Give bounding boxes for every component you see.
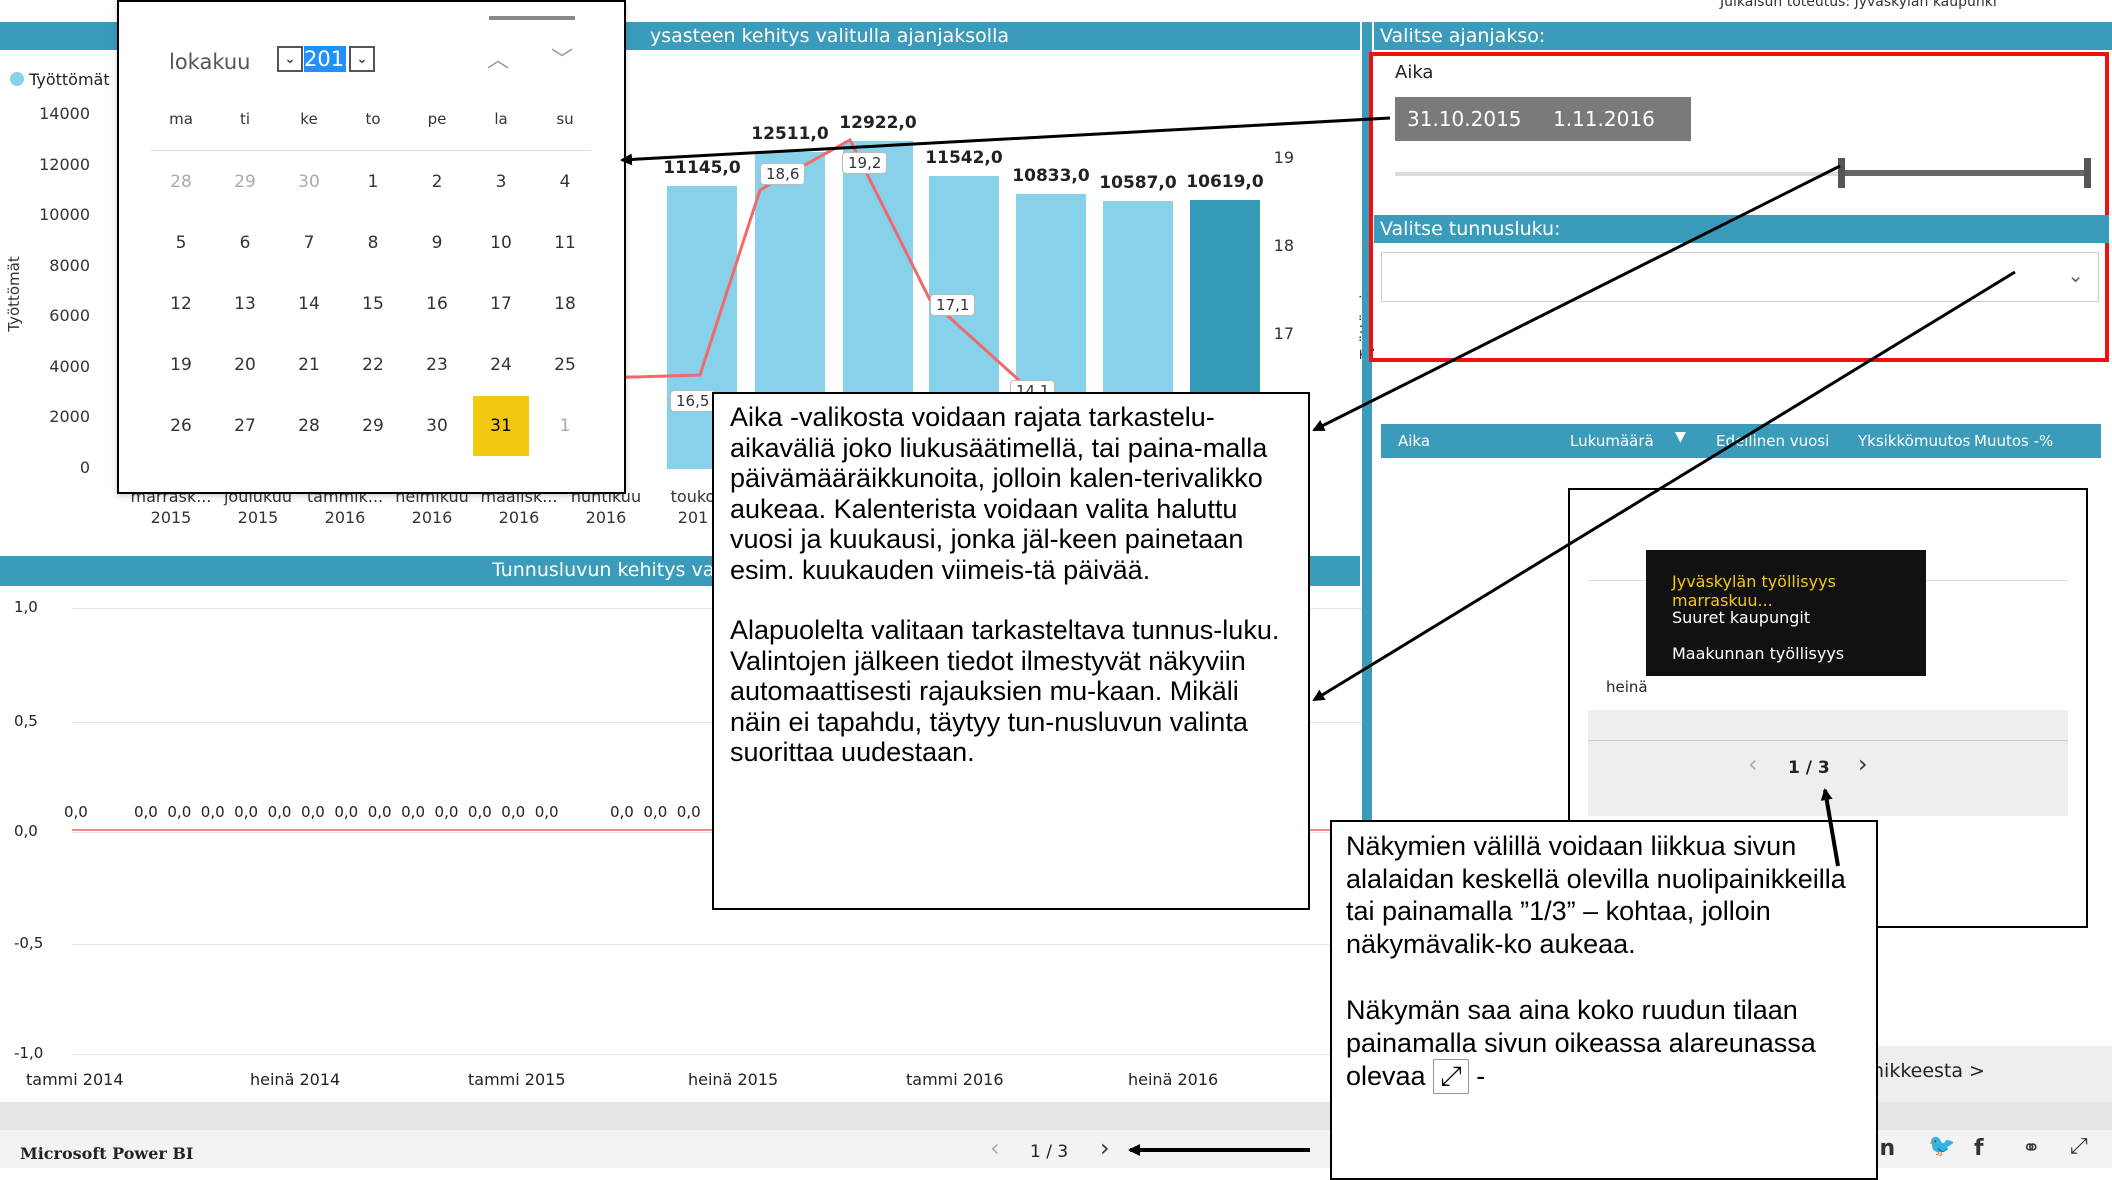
annotation-arrows (620, 116, 2016, 1156)
